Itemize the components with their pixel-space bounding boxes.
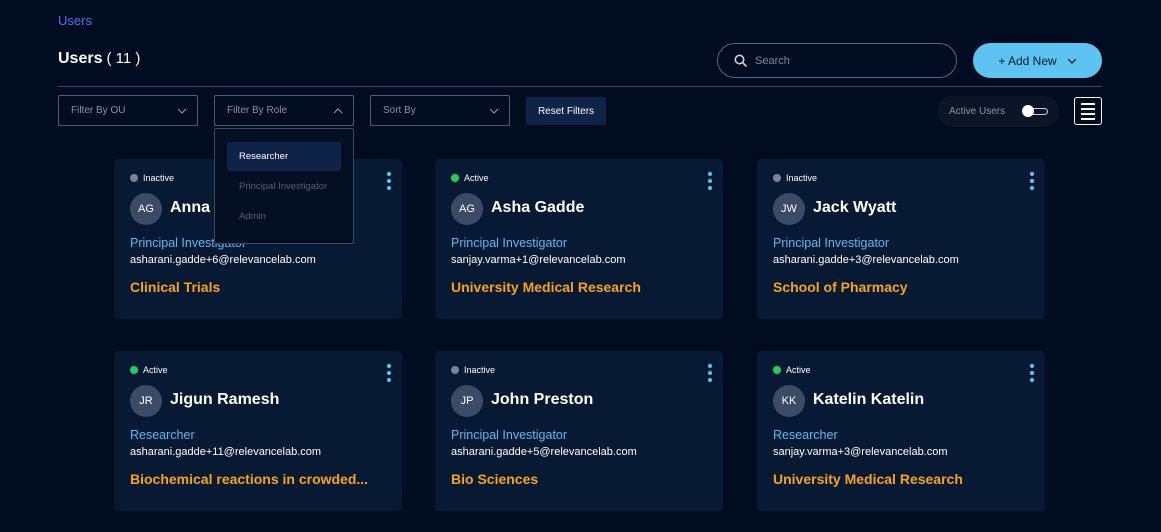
user-organization: Bio Sciences — [451, 471, 539, 487]
chevron-down-icon — [489, 108, 499, 114]
status-text: Active — [786, 365, 811, 375]
filter-by-ou-label: Filter By OU — [71, 105, 126, 116]
chevron-down-icon — [177, 108, 187, 114]
more-options-icon[interactable] — [386, 172, 392, 190]
more-options-icon[interactable] — [1029, 364, 1035, 382]
filter-by-role-label: Filter By Role — [227, 105, 288, 116]
status-badge: Active — [773, 365, 811, 375]
user-email: asharani.gadde+3@relevancelab.com — [773, 254, 959, 266]
user-email: asharani.gadde+5@relevancelab.com — [451, 446, 637, 458]
role-dropdown-menu: Researcher Principal Investigator Admin — [214, 128, 354, 244]
status-badge: Active — [130, 365, 168, 375]
status-text: Inactive — [786, 173, 818, 183]
user-organization: Biochemical reactions in crowded... — [130, 471, 369, 487]
user-name: Asha Gadde — [491, 199, 585, 216]
user-card[interactable]: Inactive JW Jack Wyatt Principal Investigat… — [757, 159, 1045, 319]
avatar: KK — [773, 385, 805, 417]
menu-line — [1081, 102, 1095, 105]
menu-line — [1081, 117, 1095, 120]
avatar: JR — [130, 385, 162, 417]
page-title-text: Users — [58, 50, 103, 67]
status-dot-icon — [130, 366, 138, 374]
user-email: asharani.gadde+6@relevancelab.com — [130, 254, 316, 266]
user-email: asharani.gadde+11@relevancelab.com — [130, 446, 322, 458]
active-users-filter: Active Users — [937, 96, 1059, 127]
user-name: Jack Wyatt — [813, 199, 897, 216]
user-card[interactable]: Inactive JP John Preston Principal Investig… — [435, 351, 723, 511]
header-divider — [58, 86, 1102, 87]
role-option-principal-investigator[interactable]: Principal Investigator — [227, 172, 341, 201]
sort-by-select[interactable]: Sort By — [370, 95, 510, 126]
filter-by-role-select[interactable]: Filter By Role — [214, 95, 354, 126]
menu-line — [1081, 112, 1095, 115]
user-organization: University Medical Research — [773, 471, 963, 487]
reset-filters-button[interactable]: Reset Filters — [526, 97, 606, 125]
user-role: Principal Investigator — [773, 236, 890, 250]
status-text: Active — [143, 365, 168, 375]
filter-by-ou-select[interactable]: Filter By OU — [58, 95, 198, 126]
page-title: Users( 11 ) — [58, 50, 140, 68]
user-name: Jigun Ramesh — [170, 391, 280, 408]
user-email: sanjay.varma+1@relevancelab.com — [451, 254, 626, 266]
status-badge: Inactive — [130, 173, 174, 183]
status-text: Inactive — [464, 365, 496, 375]
active-users-toggle[interactable] — [1022, 105, 1048, 117]
user-card[interactable]: Active AG Asha Gadde Principal Investigator… — [435, 159, 723, 319]
user-count: ( 11 ) — [106, 50, 141, 67]
breadcrumb[interactable]: Users — [58, 13, 92, 28]
active-users-label: Active Users — [949, 106, 1006, 117]
user-role: Researcher — [130, 428, 195, 442]
avatar: JW — [773, 193, 805, 225]
role-option-admin[interactable]: Admin — [227, 202, 341, 231]
more-options-icon[interactable] — [1029, 172, 1035, 190]
search-input[interactable] — [755, 54, 935, 67]
user-organization: School of Pharmacy — [773, 279, 908, 295]
status-dot-icon — [773, 366, 781, 374]
avatar: AG — [451, 193, 483, 225]
more-options-icon[interactable] — [707, 172, 713, 190]
status-text: Active — [464, 173, 489, 183]
sort-by-label: Sort By — [383, 105, 416, 116]
status-badge: Inactive — [451, 365, 495, 375]
role-option-researcher[interactable]: Researcher — [227, 142, 341, 171]
user-name: John Preston — [491, 391, 594, 408]
avatar: AG — [130, 193, 162, 225]
status-badge: Inactive — [773, 173, 817, 183]
status-dot-icon — [451, 174, 459, 182]
more-options-icon[interactable] — [707, 364, 713, 382]
list-view-button[interactable] — [1074, 97, 1102, 125]
more-options-icon[interactable] — [386, 364, 392, 382]
user-role: Researcher — [773, 428, 838, 442]
chevron-down-icon — [1067, 58, 1077, 64]
user-organization: University Medical Research — [451, 279, 641, 295]
user-role: Principal Investigator — [451, 428, 568, 442]
status-text: Inactive — [143, 173, 175, 183]
add-new-button[interactable]: + Add New — [973, 43, 1102, 78]
user-card[interactable]: Active KK Katelin Katelin Researcher sanjay.… — [757, 351, 1045, 511]
status-dot-icon — [773, 174, 781, 182]
search-box[interactable] — [717, 43, 957, 78]
add-new-label: + Add New — [998, 53, 1057, 68]
search-icon — [734, 54, 747, 67]
status-dot-icon — [130, 174, 138, 182]
user-name: Anna — [170, 199, 210, 216]
user-organization: Clinical Trials — [130, 279, 221, 295]
user-role: Principal Investigator — [451, 236, 568, 250]
toggle-knob — [1022, 105, 1034, 117]
avatar: JP — [451, 385, 483, 417]
chevron-up-icon — [333, 107, 343, 113]
user-card[interactable]: Active JR Jigun Ramesh Researcher asharani.g… — [114, 351, 402, 511]
status-dot-icon — [451, 366, 459, 374]
menu-line — [1081, 107, 1095, 110]
status-badge: Active — [451, 173, 489, 183]
user-name: Katelin Katelin — [813, 391, 925, 408]
user-email: sanjay.varma+3@relevancelab.com — [773, 446, 948, 458]
